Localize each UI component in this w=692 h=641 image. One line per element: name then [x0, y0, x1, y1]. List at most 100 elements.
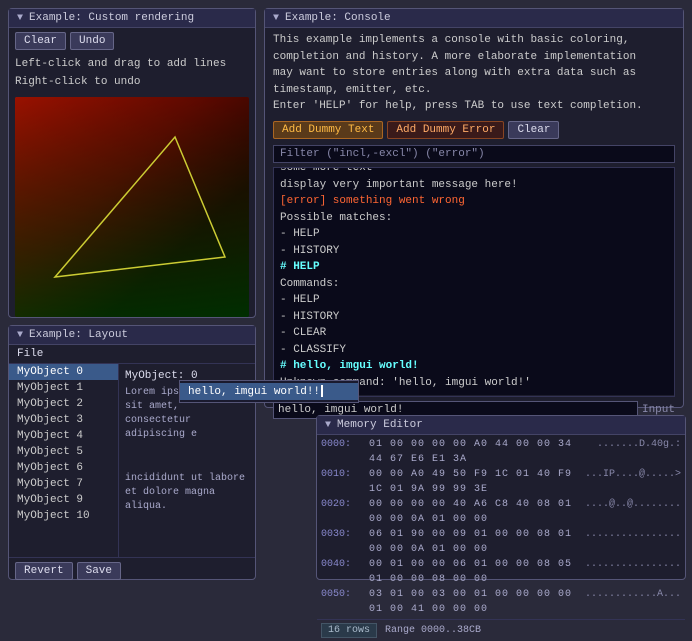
content-lorem-2: incididunt ut labore et dolore magna ali…	[125, 473, 245, 512]
list-item[interactable]: MyObject 1	[9, 380, 118, 396]
hex-ascii: ...IP....@.....>	[585, 467, 681, 497]
memory-editor-title: ▼ Memory Editor	[317, 416, 685, 435]
memory-editor-window: ▼ Memory Editor 0000: 01 00 00 00 00 A0 4…	[316, 415, 686, 580]
console-line: some more text	[280, 167, 668, 177]
console-window: ▼ Example: Console This example implemen…	[264, 8, 684, 408]
console-line: display very important message here!	[280, 177, 668, 194]
hex-address: 0000:	[321, 437, 361, 467]
hint-line-1: Left-click and drag to add lines	[15, 56, 249, 74]
memory-footer: 16 rows Range 0000..38CB	[317, 619, 685, 641]
hex-row: 0030: 06 01 90 00 09 01 00 00 08 01 00 00…	[321, 527, 681, 557]
layout-bottom-toolbar: Revert Save	[9, 557, 255, 584]
custom-rendering-title-text: Example: Custom rendering	[29, 12, 194, 24]
layout-title-arrow-icon: ▼	[17, 330, 23, 341]
custom-hint: Left-click and drag to add lines Right-c…	[9, 54, 255, 93]
console-toolbar: Add Dummy Text Add Dummy Error Clear	[273, 121, 675, 139]
filter-bar: Filter ("incl,-excl") ("error")	[273, 145, 675, 163]
list-item[interactable]: MyObject 10	[9, 508, 118, 524]
filter-placeholder-text: Filter ("incl,-excl") ("error")	[280, 148, 485, 160]
revert-button[interactable]: Revert	[15, 562, 73, 580]
intro-line-5: Enter 'HELP' for help, press TAB to use …	[273, 98, 675, 115]
console-line: [error] something went wrong	[280, 193, 668, 210]
console-input-label: Input	[642, 404, 675, 416]
content-text-2: incididunt ut labore et dolore magna ali…	[125, 472, 249, 514]
console-line: - HELP	[280, 292, 668, 309]
list-item[interactable]: MyObject 5	[9, 444, 118, 460]
custom-toolbar: Clear Undo	[9, 28, 255, 54]
console-title-text: Example: Console	[285, 12, 391, 24]
list-item[interactable]: MyObject 2	[9, 396, 118, 412]
hex-row: 0010: 00 00 A0 49 50 F9 1C 01 40 F9 1C 01…	[321, 467, 681, 497]
hex-address: 0020:	[321, 497, 361, 527]
list-item[interactable]: MyObject 7	[9, 476, 118, 492]
console-line: - CLEAR	[280, 325, 668, 342]
intro-line-4: timestamp, emitter, etc.	[273, 82, 675, 99]
hex-ascii: .......D.40g.:	[597, 437, 681, 467]
console-line: Possible matches:	[280, 210, 668, 227]
file-menu-label: File	[17, 348, 43, 360]
console-line: - HISTORY	[280, 309, 668, 326]
hint-line-2: Right-click to undo	[15, 74, 249, 92]
list-item[interactable]: MyObject 3	[9, 412, 118, 428]
console-line: Commands:	[280, 276, 668, 293]
save-button[interactable]: Save	[77, 562, 121, 580]
autocomplete-item[interactable]: hello, imgui world!!	[180, 383, 358, 400]
console-line: - HELP	[280, 226, 668, 243]
layout-title-text: Example: Layout	[29, 329, 128, 341]
memory-editor-title-text: Memory Editor	[337, 419, 423, 431]
hex-address: 0030:	[321, 527, 361, 557]
hex-ascii: ............A...	[585, 587, 681, 617]
hex-bytes: 03 01 00 03 00 01 00 00 00 00 01 00 41 0…	[369, 587, 577, 617]
custom-rendering-title: ▼ Example: Custom rendering	[9, 9, 255, 28]
console-intro: This example implements a console with b…	[273, 32, 675, 115]
console-window-title: ▼ Example: Console	[265, 9, 683, 28]
autocomplete-popup[interactable]: hello, imgui world!!	[179, 380, 359, 403]
hex-row: 0020: 00 00 00 00 40 A6 C8 40 08 01 00 00…	[321, 497, 681, 527]
intro-line-1: This example implements a console with b…	[273, 32, 675, 49]
hex-bytes: 06 01 90 00 09 01 00 00 08 01 00 00 0A 0…	[369, 527, 577, 557]
clear-button[interactable]: Clear	[15, 32, 66, 50]
custom-rendering-window: ▼ Example: Custom rendering Clear Undo L…	[8, 8, 256, 318]
hex-ascii: ................	[585, 557, 681, 587]
undo-button[interactable]: Undo	[70, 32, 114, 50]
console-line: # HELP	[280, 259, 668, 276]
layout-window: ▼ Example: Layout File MyObject 0MyObjec…	[8, 325, 256, 580]
title-arrow-icon: ▼	[17, 13, 23, 24]
hex-row: 0050: 03 01 00 03 00 01 00 00 00 00 01 00…	[321, 587, 681, 617]
console-body: This example implements a console with b…	[265, 28, 683, 423]
hex-address: 0040:	[321, 557, 361, 587]
console-output[interactable]: 0 some textsome more textdisplay very im…	[273, 167, 675, 397]
intro-line-3: may want to store entries along with ext…	[273, 65, 675, 82]
list-item[interactable]: MyObject 0	[9, 364, 118, 380]
content-panel: MyObject: 0 Lorem ipsum dolor sit amet, …	[119, 364, 255, 557]
hex-address: 0050:	[321, 587, 361, 617]
console-clear-button[interactable]: Clear	[508, 121, 559, 139]
layout-menu-file[interactable]: File	[9, 345, 255, 364]
list-item[interactable]: MyObject 6	[9, 460, 118, 476]
drawing-canvas[interactable]	[15, 97, 249, 317]
layout-panels: MyObject 0MyObject 1MyObject 2MyObject 3…	[9, 364, 255, 557]
hex-bytes: 00 01 00 00 06 01 00 00 08 05 01 00 00 0…	[369, 557, 577, 587]
hex-row: 0040: 00 01 00 00 06 01 00 00 08 05 01 00…	[321, 557, 681, 587]
hex-ascii: ....@..@........	[585, 497, 681, 527]
object-list: MyObject 0MyObject 1MyObject 2MyObject 3…	[9, 364, 119, 557]
memory-title-arrow-icon: ▼	[325, 420, 331, 431]
memory-range-text: Range 0000..38CB	[385, 625, 481, 636]
list-item[interactable]: MyObject 4	[9, 428, 118, 444]
hex-bytes: 00 00 A0 49 50 F9 1C 01 40 F9 1C 01 9A 9…	[369, 467, 577, 497]
hex-ascii: ................	[585, 527, 681, 557]
rows-badge: 16 rows	[321, 623, 377, 638]
intro-line-2: completion and history. A more elaborate…	[273, 49, 675, 66]
list-item[interactable]: MyObject 9	[9, 492, 118, 508]
add-dummy-text-button[interactable]: Add Dummy Text	[273, 121, 383, 139]
console-line: # hello, imgui world!	[280, 358, 668, 375]
hex-bytes: 01 00 00 00 00 A0 44 00 00 34 44 67 E6 E…	[369, 437, 589, 467]
hex-row: 0000: 01 00 00 00 00 A0 44 00 00 34 44 67…	[321, 437, 681, 467]
console-line: - CLASSIFY	[280, 342, 668, 359]
hex-rows[interactable]: 0000: 01 00 00 00 00 A0 44 00 00 34 44 67…	[321, 437, 681, 617]
hex-address: 0010:	[321, 467, 361, 497]
hex-bytes: 00 00 00 00 40 A6 C8 40 08 01 00 00 0A 0…	[369, 497, 577, 527]
console-line: - HISTORY	[280, 243, 668, 260]
add-dummy-error-button[interactable]: Add Dummy Error	[387, 121, 504, 139]
layout-window-title: ▼ Example: Layout	[9, 326, 255, 345]
